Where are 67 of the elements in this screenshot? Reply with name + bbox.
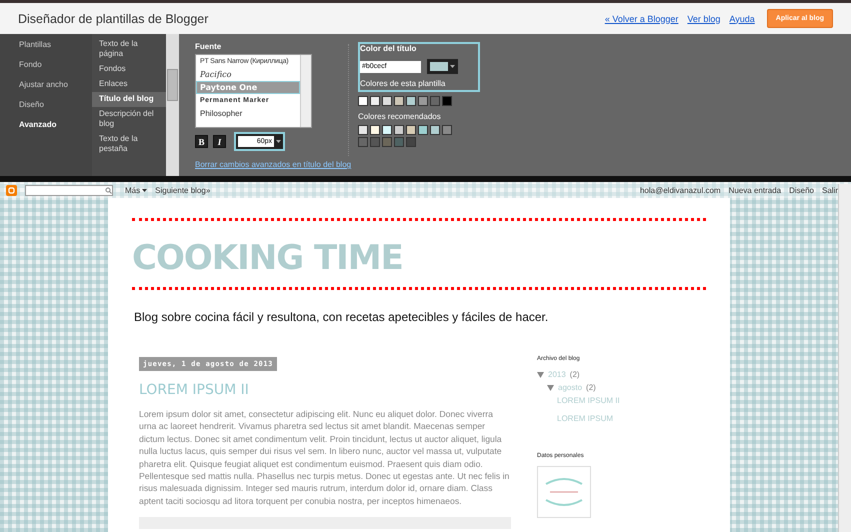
scrollbar[interactable] [838,184,851,532]
scrollbar[interactable] [166,34,179,176]
color-swatch[interactable] [394,96,404,106]
section-label: Colores de esta plantilla [360,79,446,88]
color-swatch[interactable] [442,96,452,106]
color-swatch[interactable] [442,125,452,135]
blog-title: COOKING TIME [132,238,404,278]
font-option[interactable]: Philosopher [196,107,300,120]
page-title: Diseñador de plantillas de Blogger [18,12,210,26]
caret-icon [450,65,455,68]
color-swatch[interactable] [370,137,380,147]
header-link[interactable]: Ver blog [687,14,720,24]
color-swatch[interactable] [406,137,416,147]
italic-button[interactable]: I [213,135,226,148]
color-swatch[interactable] [382,96,392,106]
navbar-link[interactable]: Nueva entrada [728,186,782,194]
nav-subitem[interactable]: Fondos [92,62,166,77]
color-swatch[interactable] [430,96,440,106]
post-count: (2) [586,383,596,392]
color-swatch[interactable] [418,125,428,135]
nav-item[interactable]: Avanzado [19,120,92,129]
list-scrollbar[interactable] [300,55,311,127]
nav-item[interactable]: Diseño [19,100,92,109]
expanded-triangle-icon[interactable] [547,384,554,390]
more-menu[interactable]: Más [125,186,148,194]
section-label: Colores recomendados [358,112,442,121]
color-swatch[interactable] [394,137,404,147]
color-swatch[interactable] [358,125,368,135]
nav-subitem[interactable]: Texto de la pestaña [92,132,166,157]
font-option[interactable]: Pacifico [196,68,300,81]
search-icon[interactable] [105,186,112,194]
header-link[interactable]: Ayuda [729,14,755,24]
nav-subitem[interactable]: Texto de la página [92,37,166,62]
blog-description: Blog sobre cocina fácil y resultona, con recetas apetecibles y fáciles de hacer. [134,310,550,324]
nav-item[interactable]: Fondo [19,60,92,69]
section-label: Fuente [195,42,222,51]
color-swatch[interactable] [430,125,440,135]
nav-subitem[interactable]: Descripción del blog [92,107,166,132]
caret-icon [276,140,281,143]
next-blog-link[interactable]: Siguiente blog» [155,186,210,194]
navbar-link[interactable]: hola@eldivanazul.com [640,186,721,194]
color-swatch[interactable] [370,96,380,106]
blogger-logo-icon[interactable] [6,184,17,196]
color-swatch[interactable] [382,137,392,147]
post-body: Lorem ipsum dolor sit amet, consectetur adipiscing elit. Nunc eu aliquet dolor. Donec viverra urna ac laoreet hendrerit. Vivamus pharetra sed lectus sit amet blandit. Maecenas semper dictum lectus. Donec sit amet condimentum velit. Proin tincidunt, lectus ut auctor aliquet, ligula nulla luctus lacus, quis semper dui risus vel sem. In libero nunc, auctor vel massa ut, vulputate pharetra elit. Quisque feugiat aliquet est condimentum euismod. Praesent quis diam odio. Pellentesque sed mattis nulla. Phasellus nec turpis metus. Donec ut egestas ante. Ut nec felis in risus malesuada dignissim. Integer sed mauris rutrum, interdum dolor id, ornare diam. Class aptent taciti sociosqu ad litora torquent per conubia nostra, per inceptos himenaeos. [139,408,510,508]
color-swatch[interactable] [358,96,368,106]
color-swatch[interactable] [382,125,392,135]
navbar-link[interactable]: Salir [822,186,838,194]
nav-item[interactable]: Ajustar ancho [19,80,92,89]
color-swatch[interactable] [406,96,416,106]
caret-icon [142,188,148,192]
post-count: (2) [570,370,580,379]
section-label: Color del título [360,44,418,53]
nav-item[interactable]: Plantillas [19,40,92,49]
color-swatch[interactable] [418,96,428,106]
nav-subitem[interactable]: Enlaces [92,77,166,92]
color-swatch[interactable] [394,125,404,135]
header-link[interactable]: « Volver a Blogger [604,14,678,24]
navbar-link[interactable]: Diseño [789,186,814,194]
bold-button[interactable]: B [195,135,208,148]
color-swatch[interactable] [370,125,380,135]
expanded-triangle-icon[interactable] [537,372,544,378]
search-field[interactable] [25,184,113,196]
color-swatch[interactable] [406,125,416,135]
color-picker[interactable] [427,59,458,74]
color-swatch[interactable] [358,137,368,147]
nav-subitem[interactable]: Título del blog [92,92,166,107]
